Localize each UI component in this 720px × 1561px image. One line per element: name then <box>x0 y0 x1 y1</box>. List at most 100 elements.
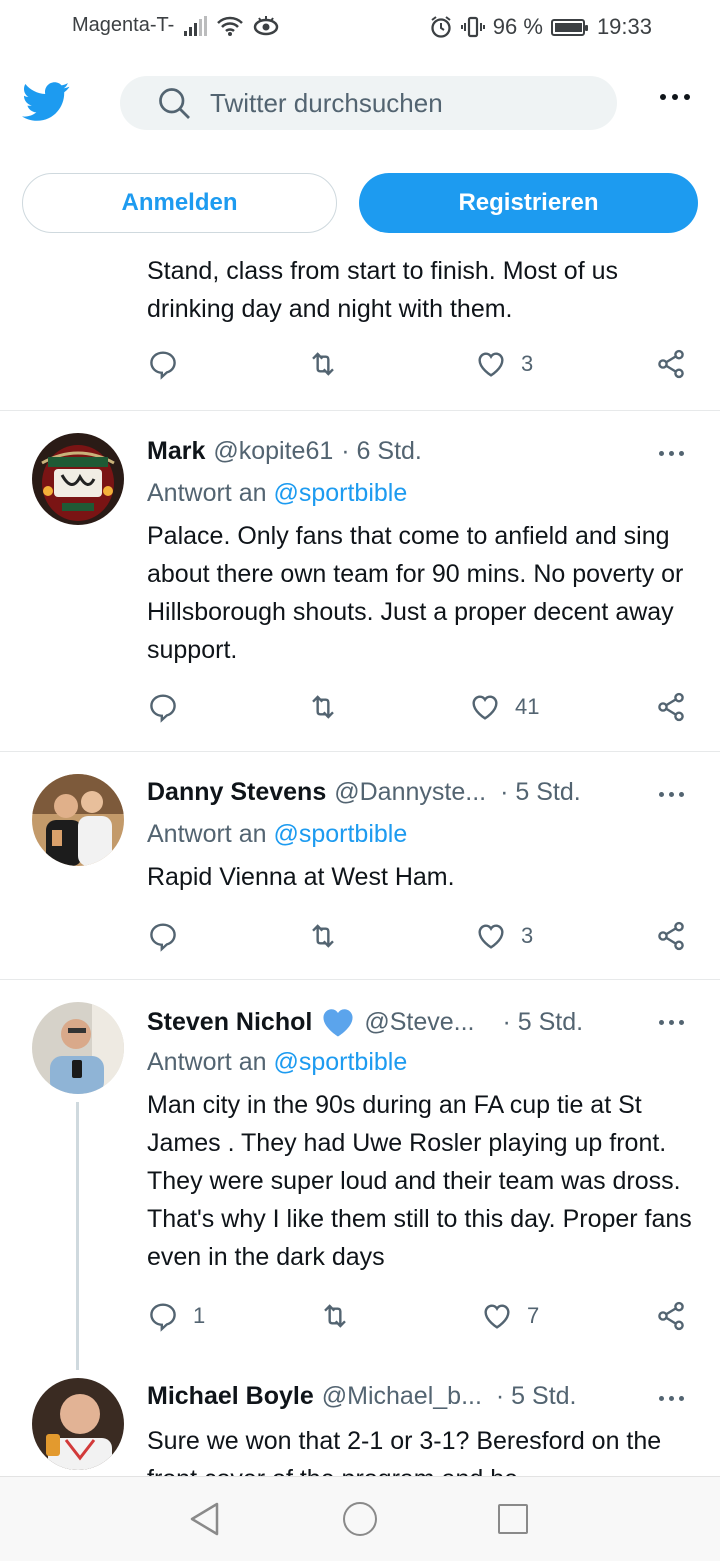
like-button[interactable]: 3 <box>475 920 533 952</box>
tweet-header: Mark @kopite61 · 6 Std. <box>147 437 422 466</box>
like-count: 7 <box>527 1303 540 1328</box>
reply-count: 1 <box>193 1303 206 1328</box>
avatar[interactable] <box>32 774 124 866</box>
retweet-button[interactable] <box>307 348 339 380</box>
tweet-more-icon[interactable] <box>659 1020 684 1025</box>
tweet-more-icon[interactable] <box>659 451 684 456</box>
back-icon[interactable] <box>188 1501 222 1537</box>
share-button[interactable] <box>655 691 687 723</box>
recents-icon[interactable] <box>498 1504 528 1534</box>
timestamp[interactable]: · 5 Std. <box>496 1382 577 1411</box>
status-right: 96 % 19:33 <box>429 14 652 40</box>
avatar-image <box>32 1378 124 1470</box>
retweet-button[interactable] <box>307 691 339 723</box>
thread-line <box>76 1102 79 1370</box>
tweet-body: Stand, class from start to finish. Most … <box>147 257 619 323</box>
signup-button[interactable]: Registrieren <box>359 173 698 233</box>
reply-button[interactable] <box>147 691 179 723</box>
reply-context: Antwort an @sportbible <box>147 820 407 849</box>
home-icon[interactable] <box>343 1502 377 1536</box>
like-button[interactable]: 3 <box>475 348 533 380</box>
status-left: Magenta-T- <box>72 14 279 37</box>
display-name[interactable]: Danny Stevens <box>147 778 326 807</box>
user-handle[interactable]: @Michael_b... <box>322 1382 482 1411</box>
battery-icon <box>550 18 588 36</box>
reply-button[interactable] <box>147 348 179 380</box>
share-icon <box>658 1301 684 1331</box>
like-icon <box>484 1304 510 1329</box>
tweet-actions: 1 7 <box>147 1300 692 1340</box>
tweet-actions: 41 <box>147 691 692 731</box>
retweet-icon <box>312 695 334 719</box>
reply-icon <box>150 923 176 952</box>
system-nav-bar <box>0 1476 720 1561</box>
share-icon <box>658 692 684 722</box>
more-icon[interactable] <box>660 94 690 100</box>
user-handle[interactable]: @Dannyste... <box>334 778 486 807</box>
avatar[interactable] <box>32 1378 124 1470</box>
tweet-header: Steven Nichol @Steve... · 5 Std. <box>147 1006 583 1038</box>
app-header: Twitter durchsuchen Anmelden Registriere… <box>0 56 720 246</box>
display-name[interactable]: Mark <box>147 437 205 466</box>
reply-button[interactable]: 1 <box>147 1300 205 1332</box>
share-button[interactable] <box>655 1300 687 1332</box>
tweet-body: Man city in the 90s during an FA cup tie… <box>147 1091 692 1271</box>
like-count: 41 <box>515 694 540 719</box>
search-input[interactable]: Twitter durchsuchen <box>120 76 617 130</box>
wifi-icon <box>217 16 244 36</box>
alarm-icon <box>431 16 451 38</box>
display-name[interactable]: Michael Boyle <box>147 1382 314 1411</box>
reply-mention[interactable]: @sportbible <box>273 820 407 848</box>
tweet[interactable]: Mark @kopite61 · 6 Std. Antwort an @spor… <box>0 411 720 751</box>
login-button[interactable]: Anmelden <box>22 173 337 233</box>
share-button[interactable] <box>655 920 687 952</box>
display-name[interactable]: Steven Nichol <box>147 1008 312 1037</box>
like-button[interactable]: 7 <box>481 1300 539 1332</box>
like-icon <box>478 924 504 949</box>
tweet-more-icon[interactable] <box>659 792 684 797</box>
reply-mention[interactable]: @sportbible <box>273 1048 407 1076</box>
twitter-bird-icon[interactable] <box>22 82 70 122</box>
avatar-image <box>32 433 124 525</box>
tweet[interactable]: Michael Boyle @Michael_b... · 5 Std. Sur… <box>0 1356 720 1476</box>
tweet-header: Michael Boyle @Michael_b... · 5 Std. <box>147 1382 577 1411</box>
battery-percent: 96 % <box>492 14 543 39</box>
retweet-icon <box>312 352 334 376</box>
retweet-button[interactable] <box>307 920 339 952</box>
search-placeholder: Twitter durchsuchen <box>210 87 443 118</box>
reply-context: Antwort an @sportbible <box>147 1048 407 1077</box>
user-handle[interactable]: @kopite61 <box>213 437 333 466</box>
like-icon <box>478 352 504 377</box>
tweet-body: Rapid Vienna at West Ham. <box>147 863 455 891</box>
timestamp[interactable]: · 5 Std. <box>500 778 581 807</box>
tweet[interactable]: Danny Stevens @Dannyste... · 5 Std. Antw… <box>0 752 720 979</box>
tweet-actions: 3 <box>147 348 692 388</box>
reply-icon <box>150 1303 176 1332</box>
avatar[interactable] <box>32 433 124 525</box>
reply-button[interactable] <box>147 920 179 952</box>
share-icon <box>658 921 684 951</box>
timestamp[interactable]: · 6 Std. <box>341 437 422 466</box>
tweet-body: Palace. Only fans that come to anfield a… <box>147 522 684 664</box>
like-count: 3 <box>521 351 534 376</box>
tweet-more-icon[interactable] <box>659 1396 684 1401</box>
share-button[interactable] <box>655 348 687 380</box>
vibrate-icon <box>460 16 485 38</box>
reply-prefix: Antwort an <box>147 820 267 848</box>
search-icon <box>159 88 190 119</box>
eye-icon <box>254 15 279 35</box>
avatar-image <box>32 1002 124 1094</box>
avatar[interactable] <box>32 1002 124 1094</box>
tweet[interactable]: Stand, class from start to finish. Most … <box>0 246 720 410</box>
status-bar: Magenta-T- 96 % 19:33 <box>0 0 720 56</box>
user-handle[interactable]: @Steve... <box>364 1008 474 1037</box>
timestamp[interactable]: · 5 Std. <box>502 1008 583 1037</box>
reply-icon <box>150 694 176 723</box>
clock: 19:33 <box>596 14 652 39</box>
retweet-button[interactable] <box>319 1300 351 1332</box>
like-button[interactable]: 41 <box>469 691 539 723</box>
tweet[interactable]: Steven Nichol @Steve... · 5 Std. Antwort… <box>0 980 720 1376</box>
tweet-body: Sure we won that 2-1 or 3-1? Beresford o… <box>147 1427 662 1476</box>
reply-mention[interactable]: @sportbible <box>273 479 407 507</box>
reply-icon <box>150 351 176 380</box>
